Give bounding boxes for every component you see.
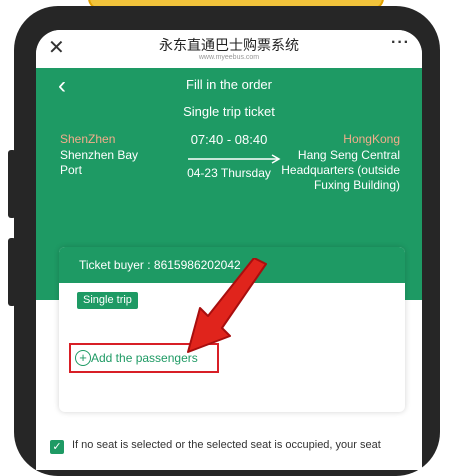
plus-circle-icon: + [75,350,91,366]
annotation-arrow-icon [187,258,267,353]
agreement-text: If no seat is selected or the selected s… [72,439,381,451]
route-arrow-icon [188,154,281,164]
agreement-row: ✓ If no seat is selected or the selected… [50,438,420,468]
agreement-checkbox[interactable]: ✓ [50,440,64,454]
browser-title: 永东直通巴士购票系统 [159,37,299,53]
phone-screen: ✕ 永东直通巴士购票系统 www.myeebus.com ··· ‹ Fill … [36,30,422,470]
ticket-type: Single trip ticket [183,104,275,119]
destination-station: Hang Seng Central Headquarters (outside … [281,148,400,192]
single-trip-badge[interactable]: Single trip [77,292,138,309]
phone-side-button [8,238,16,306]
phone-side-button [8,150,16,218]
browser-bar: ✕ 永东直通巴士购票系统 www.myeebus.com ··· [36,30,422,68]
destination-city: HongKong [343,132,400,146]
browser-url: www.myeebus.com [198,54,260,61]
page-title: Fill in the order [186,77,272,92]
more-options-icon[interactable]: ··· [391,34,410,52]
